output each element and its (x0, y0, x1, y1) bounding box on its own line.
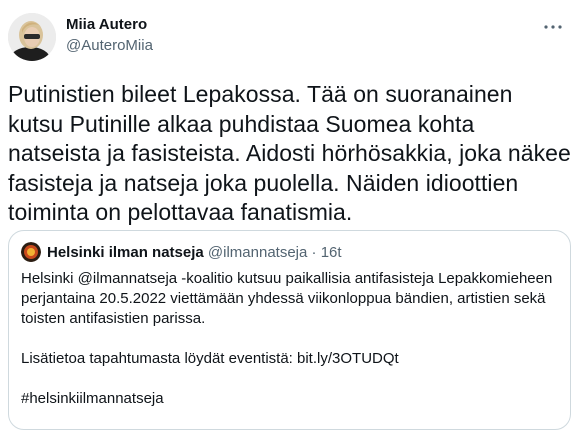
author-avatar[interactable] (8, 13, 56, 61)
quoted-author-handle[interactable]: @ilmannatseja (208, 244, 307, 261)
author-handle[interactable]: @AuteroMiia (66, 36, 153, 56)
quoted-text: Helsinki @ilmannatseja -koalitio kutsuu … (21, 269, 561, 409)
quoted-author-avatar[interactable] (21, 242, 41, 262)
quoted-tweet[interactable]: Helsinki ilman natseja @ilmannatseja · 1… (8, 230, 571, 430)
author-name[interactable]: Miia Autero (66, 15, 147, 35)
quoted-paragraph-2: Lisätietoa tapahtumasta löydät eventistä… (21, 350, 399, 367)
quoted-timestamp[interactable]: 16t (321, 244, 342, 261)
dot-separator: · (311, 244, 317, 261)
more-dots-icon (544, 25, 562, 29)
more-options-button[interactable] (541, 18, 565, 36)
quoted-header: Helsinki ilman natseja @ilmannatseja · 1… (47, 243, 342, 263)
avatar-image (8, 13, 56, 61)
quoted-author-name[interactable]: Helsinki ilman natseja (47, 244, 204, 261)
quoted-hashtag[interactable]: #helsinkiilmannatseja (21, 389, 561, 409)
quoted-avatar-image (21, 242, 41, 262)
tweet-text: Putinistien bileet Lepakossa. Tää on suo… (8, 81, 571, 225)
quoted-paragraph-1: Helsinki @ilmannatseja -koalitio kutsuu … (21, 270, 553, 327)
